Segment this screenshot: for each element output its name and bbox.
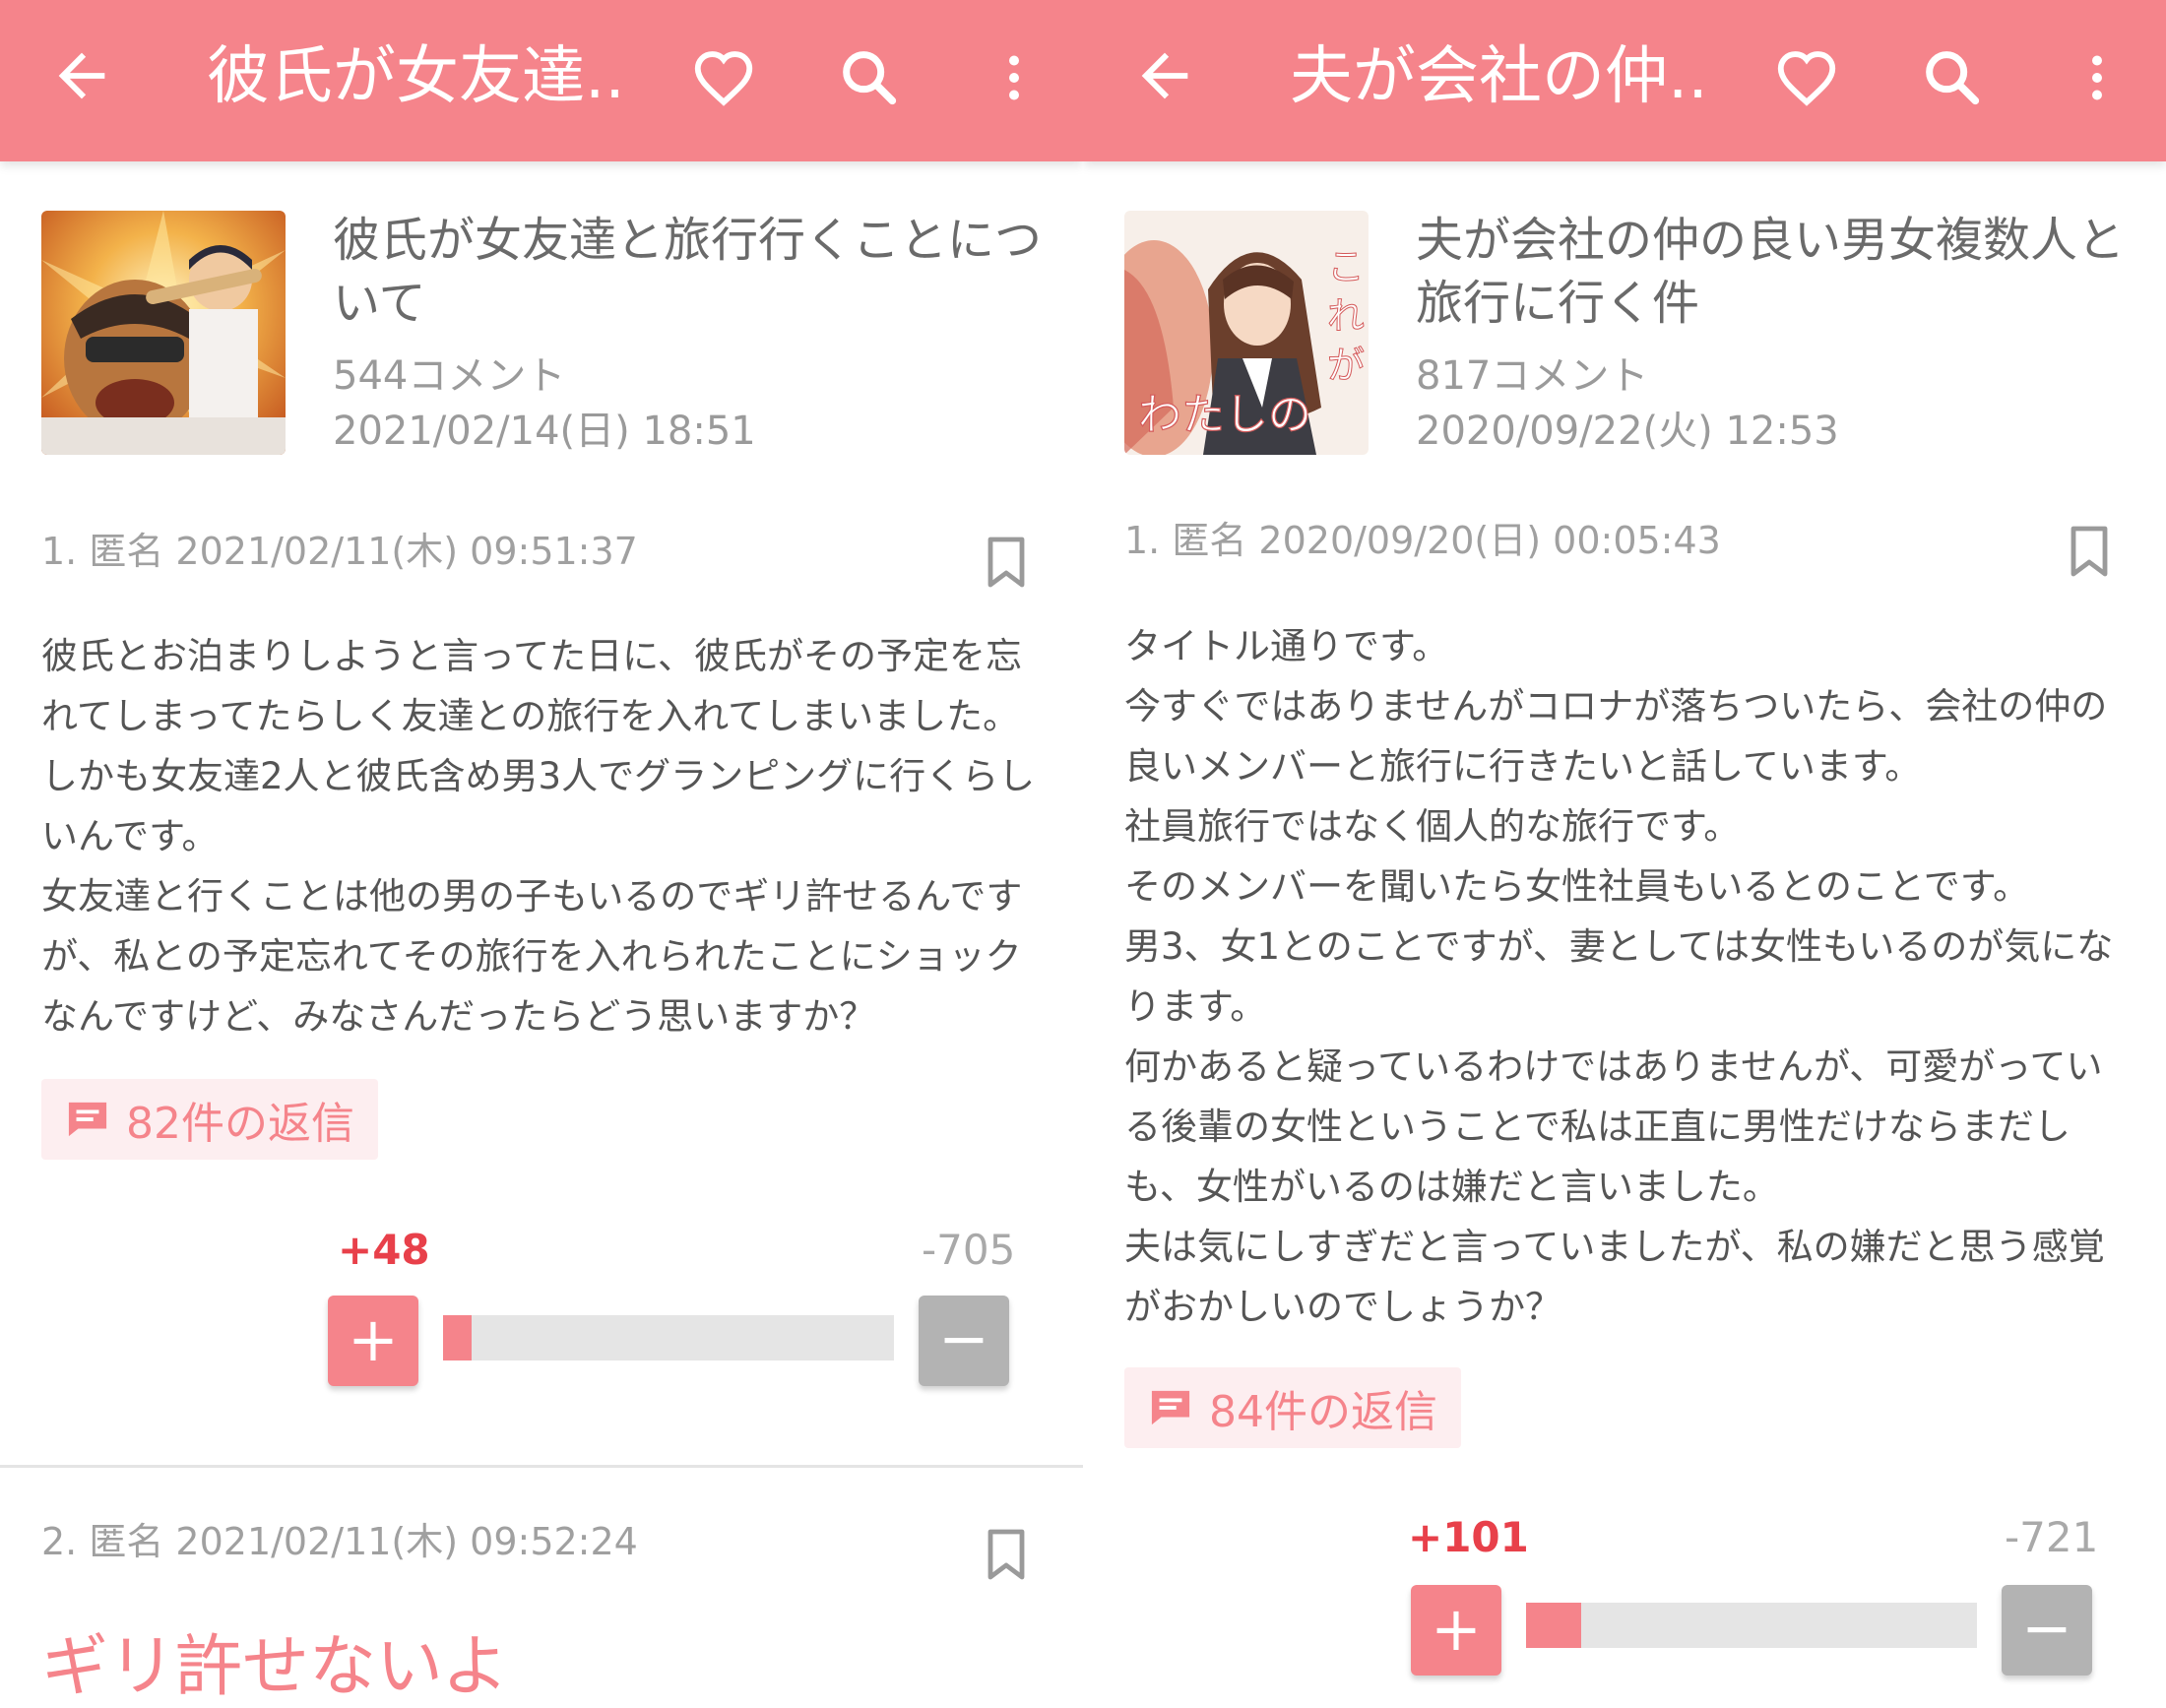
plus-count: +101 — [1408, 1513, 1529, 1561]
replies-button[interactable]: 82件の返信 — [41, 1079, 378, 1160]
replies-button[interactable]: 84件の返信 — [1124, 1367, 1461, 1448]
topic-title-line: 旅行に行く件 — [1416, 276, 1700, 331]
topic-thumbnail — [41, 211, 286, 455]
post-body: 彼氏とお泊まりしようと言ってた日に、彼氏がその予定を忘 れてしまってたらしく友達… — [41, 626, 1036, 1046]
post-body-line: 良いメンバーと旅行に行きたいと話しています。 — [1124, 745, 1922, 788]
vote-ratio-fill — [443, 1315, 473, 1360]
minus-count: -705 — [922, 1226, 1016, 1274]
replies-label: 84件の返信 — [1209, 1387, 1437, 1437]
vote-ratio-bar — [1526, 1603, 1977, 1648]
post-body-line: る後輩の女性ということで私は正直に男性だけならまだし — [1124, 1106, 2070, 1148]
topic-title-line: 彼氏が女友達と旅行行くことにつ — [333, 213, 1043, 268]
more-vert-icon[interactable] — [985, 43, 1044, 112]
back-arrow-icon[interactable] — [47, 41, 116, 110]
comment-icon — [65, 1099, 110, 1140]
post-divider — [0, 1465, 1083, 1468]
more-vert-icon[interactable] — [2068, 43, 2127, 112]
post-body-line: 今すぐではありませんがコロナが落ちついたら、会社の仲の — [1124, 685, 2108, 727]
thumbnail-caption: が — [1327, 344, 1365, 387]
thumbnail-caption: わたしの — [1138, 390, 1311, 440]
heart-icon[interactable] — [1772, 43, 1841, 112]
post-body-line: 何かあると疑っているわけではありませんが、可愛がってい — [1124, 1045, 2103, 1088]
plus-button[interactable]: + — [328, 1296, 418, 1386]
app-bar: 夫が会社の仲... — [1083, 0, 2166, 161]
vote-ratio-bar — [443, 1315, 894, 1360]
minus-count: -721 — [2005, 1513, 2099, 1561]
post-body: タイトル通りです。 今すぐではありませんがコロナが落ちついたら、会社の仲の 良い… — [1124, 616, 2119, 1337]
topic-title[interactable]: 彼氏が女友達と旅行行くことにつ いて — [333, 209, 1042, 335]
comment-icon — [1148, 1387, 1193, 1428]
vote-ratio-fill — [1526, 1603, 1582, 1648]
minus-button[interactable]: − — [919, 1296, 1009, 1386]
topic-date: 2021/02/14(日) 18:51 — [333, 409, 756, 454]
post-body-line: 夫は気にしすぎだと言っていましたが、私の嫌だと思う感覚 — [1124, 1226, 2105, 1268]
left-screen: 彼氏が女友達... 彼氏が女友達と旅行行くことにつ いて 544コメント 202… — [0, 0, 1083, 1708]
bookmark-icon[interactable] — [2068, 525, 2111, 580]
post-header: 1. 匿名 2021/02/11(木) 09:51:37 — [41, 530, 638, 573]
app-bar: 彼氏が女友達... — [0, 0, 1083, 161]
post-body-line: いんです。 — [41, 815, 219, 857]
heart-icon[interactable] — [689, 43, 758, 112]
back-arrow-icon[interactable] — [1130, 41, 1199, 110]
post-header: 1. 匿名 2020/09/20(日) 00:05:43 — [1124, 519, 1721, 562]
topic-thumbnail: わたしの こ れ が — [1124, 211, 1369, 455]
post-body-line: 男3、女1とのことですが、妻としては女性もいるのが気にな — [1124, 925, 2114, 968]
topic-title-line: 夫が会社の仲の良い男女複数人と — [1416, 213, 2126, 268]
plus-button[interactable]: + — [1411, 1585, 1501, 1676]
topic-title-short: 彼氏が女友達... — [207, 40, 630, 113]
thumbnail-caption: れ — [1327, 294, 1365, 338]
post-body-large: ギリ許せないよ — [41, 1628, 509, 1706]
topic-date: 2020/09/22(火) 12:53 — [1416, 409, 1839, 454]
topic-title-line: いて — [333, 276, 426, 331]
post-body-line: 彼氏とお泊まりしようと言ってた日に、彼氏がその予定を忘 — [41, 635, 1023, 677]
post-body-line: しかも女友達2人と彼氏含め男3人でグランピングに行くらし — [41, 755, 1036, 797]
minus-button[interactable]: − — [2002, 1585, 2092, 1676]
post-body-line: 社員旅行ではなく個人的な旅行です。 — [1124, 805, 1741, 848]
plus-count: +48 — [338, 1226, 430, 1274]
post-body-line: 女友達と行くことは他の男の子もいるのでギリ許せるんです — [41, 875, 1023, 917]
post-header: 2. 匿名 2021/02/11(木) 09:52:24 — [41, 1520, 638, 1563]
search-icon[interactable] — [1918, 43, 1987, 112]
search-icon[interactable] — [835, 43, 904, 112]
post-body-line: なんですけど、みなさんだったらどう思いますか？ — [41, 995, 876, 1038]
comment-count: 817コメント — [1416, 353, 1649, 399]
topic-title-short: 夫が会社の仲... — [1290, 40, 1713, 113]
thumbnail-caption: こ — [1327, 245, 1365, 288]
post-body-line: ります。 — [1124, 985, 1267, 1028]
bookmark-icon[interactable] — [985, 536, 1028, 591]
bookmark-icon[interactable] — [985, 1528, 1028, 1583]
post-body-line: そのメンバーを聞いたら女性社員もいるとのことです。 — [1124, 865, 2030, 908]
post-body-line: れてしまってたらしく友達との旅行を入れてしまいました。 — [41, 695, 1020, 737]
topic-title[interactable]: 夫が会社の仲の良い男女複数人と 旅行に行く件 — [1416, 209, 2125, 335]
post-body-line: がおかしいのでしょうか？ — [1124, 1286, 1561, 1328]
comment-count: 544コメント — [333, 353, 566, 399]
post-body-line: も、女性がいるのは嫌だと言いました。 — [1124, 1166, 1779, 1208]
right-screen: 夫が会社の仲... わたしの こ れ が 夫が会社の仲の良い男女複数人と 旅行に… — [1083, 0, 2166, 1708]
replies-label: 82件の返信 — [126, 1099, 354, 1149]
post-body-line: タイトル通りです。 — [1124, 625, 1449, 667]
post-body-line: が、私との予定忘れてその旅行を入れられたことにショック — [41, 935, 1022, 978]
